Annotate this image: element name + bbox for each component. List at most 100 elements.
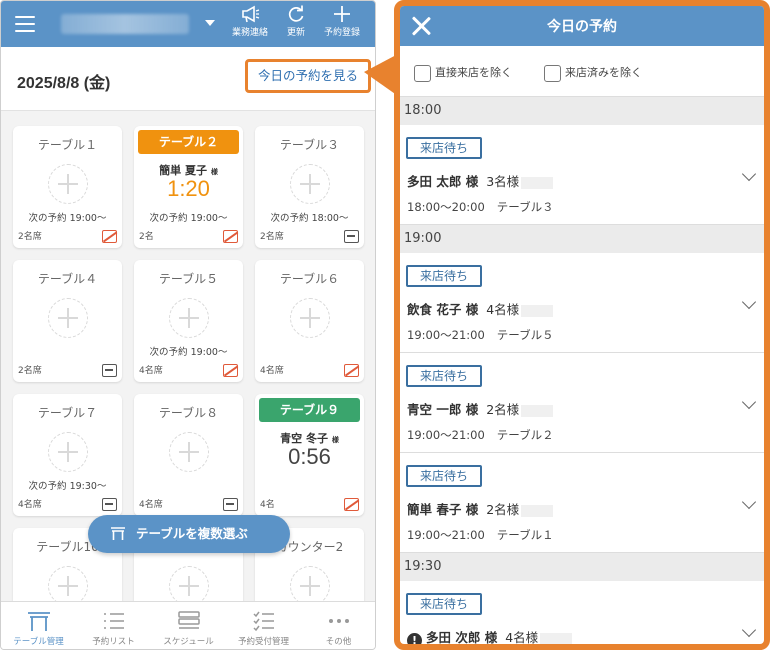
table-name: テーブル２	[138, 130, 239, 154]
guest-name: 多田 太郎 様 3名様	[407, 171, 554, 190]
table-card[interactable]: テーブル８ 4名席	[134, 394, 243, 516]
reservation-detail: 18:00～20:00 テーブル３	[407, 200, 554, 214]
add-reservation-label: 予約登録	[323, 28, 360, 38]
add-seating-icon[interactable]	[290, 164, 330, 204]
nav-label: 予約受付管理	[237, 637, 289, 647]
nav-table-management[interactable]: テーブル管理	[1, 602, 76, 649]
chevron-down-icon[interactable]	[741, 622, 757, 638]
reservation-item[interactable]: 来店待ち 簡単 春子 様 2名様 19:00～21:00 テーブル１	[400, 453, 764, 553]
guest-name: ! 多田 次郎 様 4名様	[407, 627, 573, 644]
reservation-item[interactable]: 来店待ち ! 多田 次郎 様 4名様	[400, 581, 764, 644]
refresh-label: 更新	[286, 28, 305, 38]
table-name: テーブル８	[158, 406, 219, 420]
table-name: テーブル１	[37, 138, 98, 152]
add-seating-icon[interactable]	[169, 432, 209, 472]
no-smoking-icon	[223, 230, 238, 243]
multi-select-tables-button[interactable]: テーブルを複数選ぶ	[88, 515, 290, 553]
time-slot-header: 19:30	[400, 553, 764, 581]
table-card[interactable]: テーブル１ 次の予約 19:00～ 2名席	[13, 126, 122, 248]
filter-label: 直接来店を除く	[435, 66, 512, 79]
megaphone-icon	[242, 5, 260, 23]
reservation-item[interactable]: 来店待ち 青空 一郎 様 2名様 19:00～21:00 テーブル２	[400, 353, 764, 453]
no-smoking-icon	[102, 230, 117, 243]
chevron-down-icon[interactable]	[741, 494, 757, 510]
table-card[interactable]: テーブル９ 青空 冬子 様 0:56 4名	[255, 394, 364, 516]
table-card[interactable]: テーブル３ 次の予約 18:00～ 2名席	[255, 126, 364, 248]
reservation-item[interactable]: 来店待ち飲食 花子 様 4名様 19:00～21:00 テーブル５	[400, 253, 764, 353]
seat-count: 4名席	[18, 500, 42, 510]
next-reservation: 次の予約 19:00～	[149, 213, 228, 224]
seat-count: 2名席	[260, 232, 284, 242]
status-badge: 来店待ち	[406, 265, 482, 287]
add-seating-icon[interactable]	[48, 566, 88, 606]
alert-icon: !	[407, 633, 422, 644]
table-card[interactable]: テーブル７ 次の予約 19:30～ 4名席	[13, 394, 122, 516]
nav-label: その他	[325, 637, 352, 647]
business-notice-label: 業務連絡	[231, 28, 268, 38]
exclude-walk-in-checkbox[interactable]: 直接来店を除く	[414, 64, 512, 82]
add-seating-icon[interactable]	[169, 566, 209, 606]
business-notice-button[interactable]: 業務連絡	[227, 5, 273, 38]
chevron-down-icon[interactable]	[741, 294, 757, 310]
table-card[interactable]: テーブル２ 簡単 夏子 様 1:20 次の予約 19:00～ 2名	[134, 126, 243, 248]
nav-other[interactable]: その他	[301, 602, 375, 649]
status-badge: 来店待ち	[406, 465, 482, 487]
table-name: テーブル９	[259, 398, 360, 422]
seat-count: 2名席	[18, 366, 42, 376]
smoking-icon	[223, 498, 238, 511]
status-badge: 来店待ち	[406, 365, 482, 387]
table-name: テーブル６	[279, 272, 340, 286]
more-icon	[328, 619, 349, 623]
status-badge: 来店待ち	[406, 137, 482, 159]
table-icon	[111, 527, 125, 540]
elapsed-timer: 0:56	[288, 444, 331, 469]
seat-count: 2名	[139, 232, 154, 242]
chevron-down-icon[interactable]	[741, 394, 757, 410]
checkbox-icon	[544, 64, 561, 82]
multi-select-label: テーブルを複数選ぶ	[136, 526, 248, 541]
add-seating-icon[interactable]	[169, 298, 209, 338]
smoking-icon	[102, 498, 117, 511]
add-seating-icon[interactable]	[48, 432, 88, 472]
nav-label: テーブル管理	[13, 637, 64, 647]
guest-name: 青空 一郎 様 2名様	[407, 399, 554, 418]
chevron-down-icon[interactable]	[205, 20, 215, 26]
exclude-visited-checkbox[interactable]: 来店済みを除く	[544, 64, 642, 82]
nav-label: スケジュール	[163, 637, 214, 647]
store-name-blurred[interactable]	[61, 14, 189, 34]
next-reservation: 次の予約 18:00～	[270, 213, 349, 224]
filter-label: 来店済みを除く	[565, 66, 642, 79]
table-name: テーブル７	[37, 406, 98, 420]
add-reservation-button[interactable]: 予約登録	[319, 5, 365, 38]
next-reservation: 次の予約 19:30～	[28, 481, 107, 492]
refresh-button[interactable]: 更新	[273, 5, 319, 38]
nav-reservation-list[interactable]: 予約リスト	[76, 602, 151, 649]
reservation-item[interactable]: 来店待ち多田 太郎 様 3名様 18:00～20:00 テーブル３	[400, 125, 764, 225]
table-card[interactable]: テーブル４ 2名席	[13, 260, 122, 382]
chevron-down-icon[interactable]	[741, 166, 757, 182]
table-card[interactable]: テーブル５ 次の予約 19:00～ 4名席	[134, 260, 243, 382]
nav-booking-management[interactable]: 予約受付管理	[226, 602, 301, 649]
table-card[interactable]: テーブル６ 4名席	[255, 260, 364, 382]
table-name: テーブル４	[37, 272, 98, 286]
filter-row: 直接来店を除く 来店済みを除く	[400, 46, 764, 97]
plus-icon	[334, 6, 350, 22]
add-seating-icon[interactable]	[48, 164, 88, 204]
table-name: テーブル３	[279, 138, 340, 152]
no-smoking-icon	[344, 498, 359, 511]
table-management-screen: 業務連絡 更新 予約登録 2025/8/8 (金) 今日の予約を見る テーブル１…	[0, 0, 376, 650]
nav-schedule[interactable]: スケジュール	[151, 602, 226, 649]
add-seating-icon[interactable]	[290, 298, 330, 338]
add-seating-icon[interactable]	[290, 566, 330, 606]
no-smoking-icon	[223, 364, 238, 377]
panel-header: 今日の予約	[400, 6, 764, 46]
schedule-icon	[177, 611, 200, 629]
reservation-detail: 19:00～21:00 テーブル５	[407, 328, 554, 342]
no-smoking-icon	[344, 364, 359, 377]
guest-name: 簡単 春子 様 2名様	[407, 499, 554, 518]
hamburger-menu-icon[interactable]	[15, 16, 35, 32]
add-seating-icon[interactable]	[48, 298, 88, 338]
date-row: 2025/8/8 (金) 今日の予約を見る	[1, 47, 375, 111]
guest-name: 飲食 花子 様 4名様	[407, 299, 554, 318]
see-today-reservations-link[interactable]: 今日の予約を見る	[245, 59, 371, 93]
